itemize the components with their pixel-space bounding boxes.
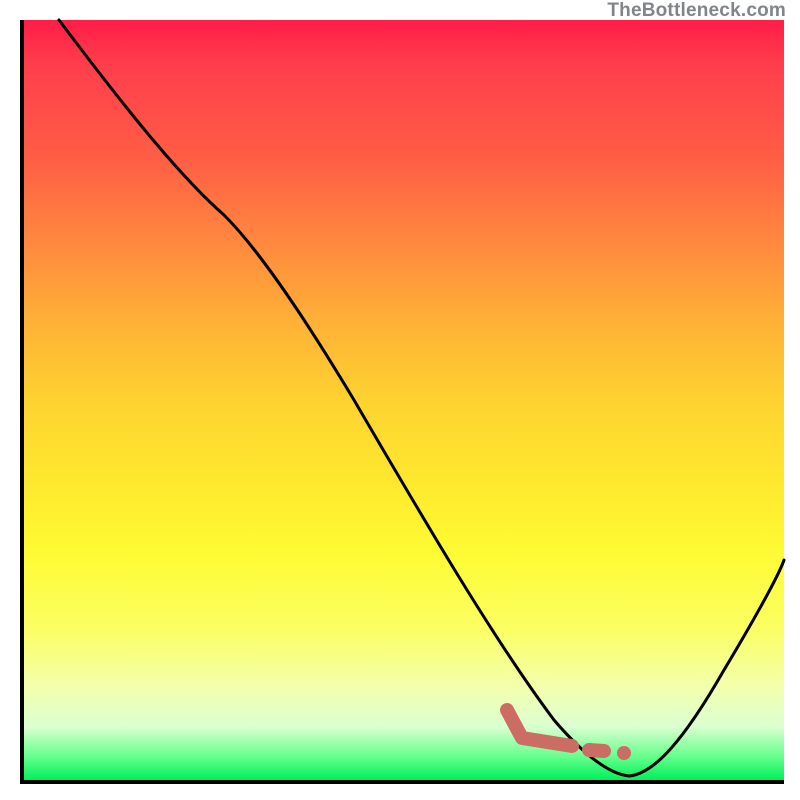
valley-accent-dot [617,746,631,760]
main-curve [59,20,784,776]
plot-area [20,20,784,784]
valley-accent-dash [589,750,604,751]
chart-svg [24,20,784,780]
chart-stage: TheBottleneck.com [0,0,800,800]
